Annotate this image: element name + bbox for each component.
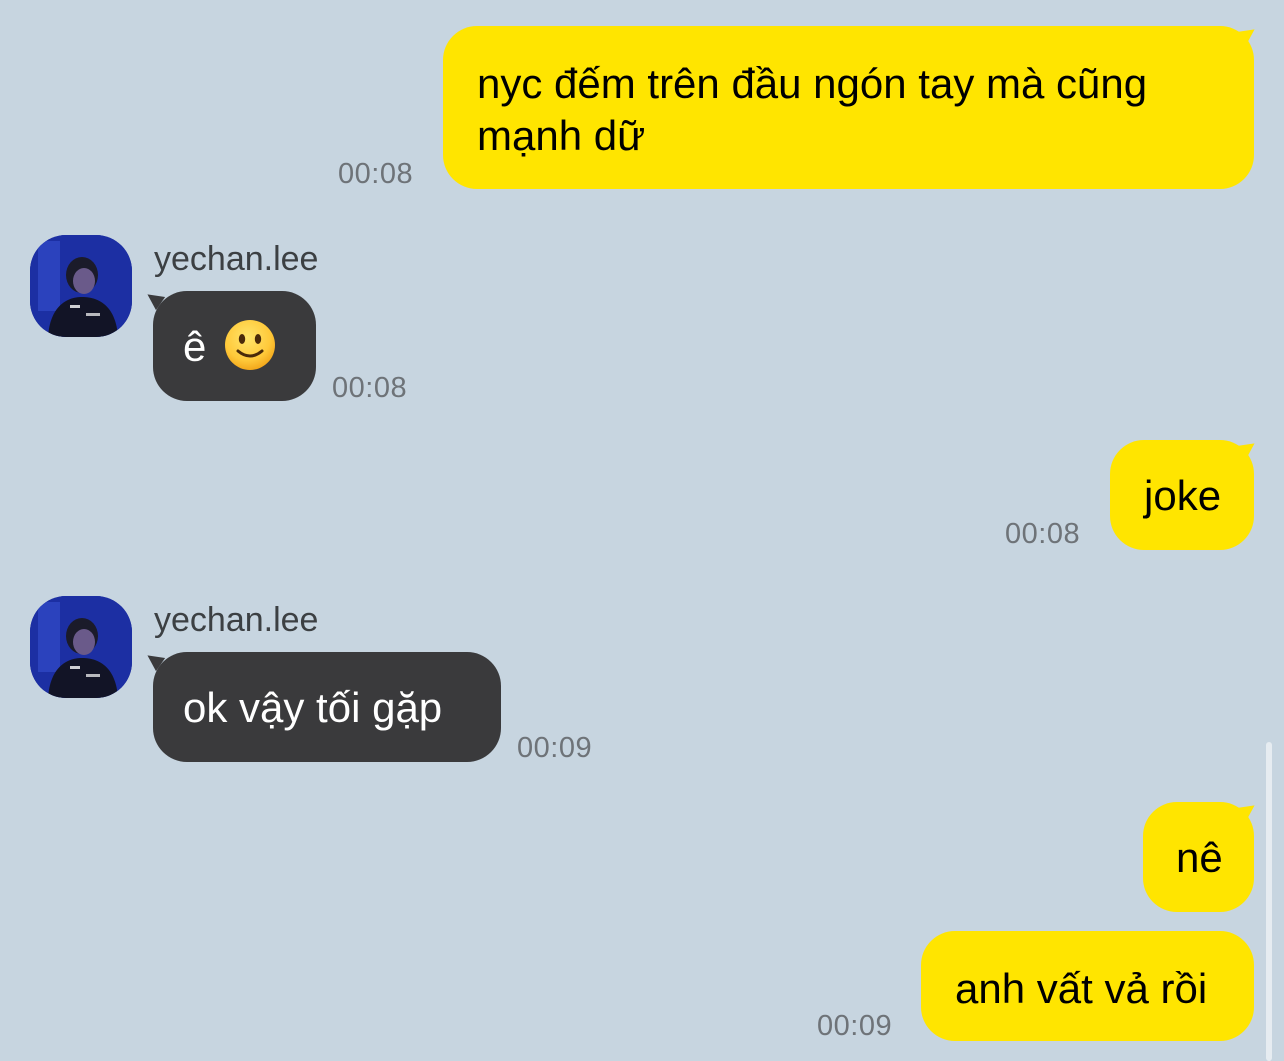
chat-thread[interactable]: nyc đếm trên đầu ngón tay mà cũng mạnh d… [0, 0, 1284, 1061]
outgoing-message-bubble[interactable]: nê [1143, 802, 1254, 912]
outgoing-message-bubble[interactable]: nyc đếm trên đầu ngón tay mà cũng mạnh d… [443, 26, 1254, 189]
incoming-message-bubble[interactable]: ok vậy tối gặp [153, 652, 501, 762]
outgoing-message-bubble[interactable]: joke [1110, 440, 1254, 550]
message-text: anh vất vả rồi [955, 965, 1208, 1012]
message-text: ê [183, 323, 207, 370]
sender-name: yechan.lee [154, 601, 319, 639]
message-text-line: nyc đếm trên đầu ngón tay mà cũng [477, 60, 1148, 107]
message-text: joke [1144, 472, 1222, 519]
message-timestamp: 00:08 [332, 372, 408, 404]
scrollbar[interactable] [1266, 742, 1272, 1061]
message-text: nê [1176, 834, 1223, 881]
person-photo-icon [30, 596, 132, 698]
message-timestamp: 00:08 [338, 158, 414, 190]
person-photo-icon [30, 235, 132, 337]
slightly-smiling-face-icon [225, 320, 276, 370]
avatar[interactable] [30, 235, 132, 337]
message-timestamp: 00:09 [517, 732, 593, 764]
message-text-line: mạnh dữ [477, 112, 646, 159]
message-timestamp: 00:08 [1005, 518, 1081, 550]
message-text: ok vậy tối gặp [183, 684, 443, 731]
sender-name: yechan.lee [154, 240, 319, 278]
incoming-message-bubble[interactable]: ê [153, 291, 316, 401]
outgoing-message-bubble[interactable]: anh vất vả rồi [921, 931, 1254, 1041]
message-timestamp: 00:09 [817, 1010, 893, 1042]
avatar[interactable] [30, 596, 132, 698]
